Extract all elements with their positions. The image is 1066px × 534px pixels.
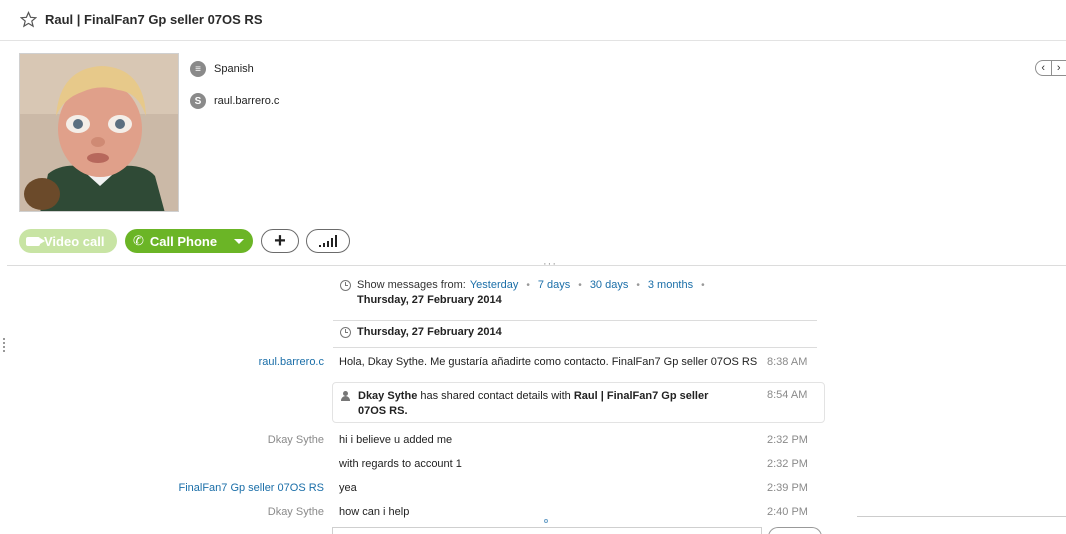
separator-dot: • xyxy=(578,279,582,291)
date-divider-top xyxy=(333,320,817,321)
message-sender[interactable]: Dkay Sythe xyxy=(268,506,324,518)
chevron-right-icon[interactable]: › xyxy=(1052,61,1066,75)
skype-icon: S xyxy=(190,93,206,109)
message-text: Hola, Dkay Sythe. Me gustaría añadirte c… xyxy=(339,356,758,368)
language-icon: ≡ xyxy=(190,61,206,77)
chevron-down-icon[interactable] xyxy=(234,239,244,244)
history-option-7-days[interactable]: 7 days xyxy=(538,279,570,291)
signal-bars-icon xyxy=(319,235,337,247)
phone-icon: ✆ xyxy=(133,233,144,248)
person-icon xyxy=(341,391,350,401)
call-quality-button[interactable] xyxy=(306,229,350,253)
plus-icon: + xyxy=(274,230,286,252)
chat-message: Dkay Sythe hi i believe u added me 2:32 … xyxy=(0,434,1066,450)
message-time: 2:40 PM xyxy=(767,506,808,518)
header-divider xyxy=(7,265,1066,266)
history-current-date: Thursday, 27 February 2014 xyxy=(357,294,502,306)
message-time: 2:32 PM xyxy=(767,434,808,446)
message-time: 2:32 PM xyxy=(767,458,808,470)
history-option-3-months[interactable]: 3 months xyxy=(648,279,693,291)
video-camera-icon xyxy=(26,236,45,246)
message-text: yea xyxy=(339,482,357,494)
shared-from: Dkay Sythe xyxy=(358,390,418,402)
separator-dot: • xyxy=(636,279,640,291)
shared-contact-notice: Dkay Sythe has shared contact details wi… xyxy=(332,382,825,423)
language-value: Spanish xyxy=(214,63,254,75)
panel-divider xyxy=(857,516,1066,517)
message-text: hi i believe u added me xyxy=(339,434,453,446)
message-text: how can i help xyxy=(339,506,410,518)
profile-nav: ‹ › xyxy=(1035,60,1066,76)
chat-message: Dkay Sythe how can i help 2:40 PM xyxy=(0,506,1066,522)
sidebar-resize-handle[interactable] xyxy=(3,338,5,352)
shared-time: 8:54 AM xyxy=(767,389,808,401)
video-call-label: Video call xyxy=(44,233,105,249)
call-phone-label: Call Phone xyxy=(149,233,218,249)
skype-name-value: raul.barrero.c xyxy=(214,95,280,107)
chat-message: raul.barrero.c Hola, Dkay Sythe. Me gust… xyxy=(0,356,1066,372)
message-sender[interactable]: FinalFan7 Gp seller 07OS RS xyxy=(178,482,324,494)
contact-avatar xyxy=(19,53,179,212)
history-option-yesterday[interactable]: Yesterday xyxy=(470,279,519,291)
message-time: 2:39 PM xyxy=(767,482,808,494)
contact-title: Raul | FinalFan7 Gp seller 07OS RS xyxy=(45,12,263,27)
message-text: with regards to account 1 xyxy=(339,458,462,470)
history-label: Show messages from: xyxy=(357,279,466,291)
shared-middle: has shared contact details with xyxy=(420,390,571,402)
shared-period: . xyxy=(404,405,408,417)
date-divider-bottom xyxy=(333,347,817,348)
separator-dot: • xyxy=(526,279,530,291)
separator-dot: • xyxy=(701,279,705,291)
call-phone-button[interactable]: ✆ Call Phone xyxy=(125,229,253,253)
clock-icon xyxy=(340,326,351,338)
clock-icon xyxy=(340,279,351,291)
conversation-date: Thursday, 27 February 2014 xyxy=(357,326,502,338)
send-button[interactable] xyxy=(768,527,822,534)
chat-message: with regards to account 1 2:32 PM xyxy=(0,458,1066,474)
resize-grip[interactable]: ··· xyxy=(543,258,557,270)
favorite-star-icon[interactable] xyxy=(20,11,37,28)
message-sender[interactable]: Dkay Sythe xyxy=(268,434,324,446)
history-filter: Show messages from: Yesterday • 7 days •… xyxy=(340,279,713,291)
shared-contact-text: Dkay Sythe has shared contact details wi… xyxy=(358,389,728,419)
language-row: ≡ Spanish xyxy=(190,60,254,78)
message-sender[interactable]: raul.barrero.c xyxy=(259,356,324,368)
video-call-button[interactable]: Video call xyxy=(19,229,117,253)
skype-name-row: S raul.barrero.c xyxy=(190,92,279,110)
message-time: 8:38 AM xyxy=(767,356,808,368)
conversation-header: Raul | FinalFan7 Gp seller 07OS RS xyxy=(0,0,1066,41)
chevron-left-icon[interactable]: ‹ xyxy=(1036,61,1052,75)
scroll-indicator[interactable] xyxy=(544,519,548,523)
chat-message: FinalFan7 Gp seller 07OS RS yea 2:39 PM xyxy=(0,482,1066,498)
conversation-date-header: Thursday, 27 February 2014 xyxy=(340,326,502,338)
history-option-30-days[interactable]: 30 days xyxy=(590,279,629,291)
message-input[interactable] xyxy=(332,527,762,534)
add-button[interactable]: + xyxy=(261,229,299,253)
